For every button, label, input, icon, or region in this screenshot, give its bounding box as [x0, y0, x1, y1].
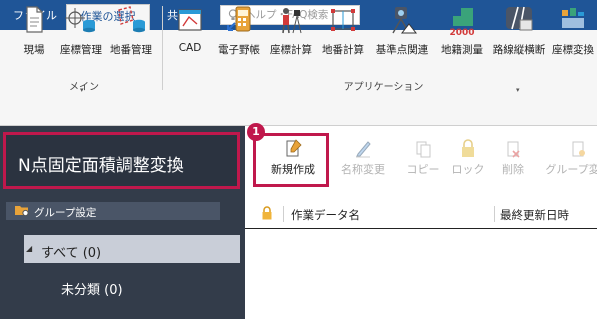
ribbon-cad-button[interactable]: CAD: [172, 4, 208, 62]
folder-gear-icon: [15, 206, 29, 217]
lock-icon: [462, 139, 474, 157]
ribbon-benchmark-label: 基準点関連: [375, 44, 429, 56]
ribbon-coord-calc-button[interactable]: 座標計算: [268, 4, 314, 62]
ribbon-group-main-label: メイン: [69, 82, 99, 93]
ribbon-field-book-label: 電子野帳: [218, 44, 260, 56]
ribbon-site-button[interactable]: 現場: [14, 4, 54, 62]
ribbon-field-book-button[interactable]: 電子野帳: [216, 4, 262, 62]
rename-pencil-icon: [356, 141, 371, 158]
ribbon-route-label: 路線縦横断: [492, 44, 546, 56]
delete-label: 削除: [502, 163, 524, 176]
column-header-data-name[interactable]: 作業データ名: [291, 207, 360, 223]
new-create-highlight-box: [253, 133, 329, 187]
group-settings-label: グループ設定: [34, 207, 97, 219]
page-title: N点固定面積調整変換: [18, 156, 184, 176]
benchmark-icon: [392, 7, 418, 34]
ribbon-cadastral-label: 地籍測量: [441, 44, 483, 56]
surveyor-icon: [282, 8, 302, 34]
rename-button[interactable]: 名称変更: [332, 138, 394, 188]
ribbon-coord-convert-button[interactable]: 座標変換: [550, 4, 596, 62]
chevron-down-icon: ▾: [80, 86, 84, 94]
svg-text:2000: 2000: [449, 28, 474, 36]
field-book-icon: [227, 6, 251, 32]
ribbon-coord-manage-button[interactable]: 座標管理: [58, 4, 104, 62]
ribbon-group-app-label: アプリケーション: [343, 82, 424, 93]
lot-database-icon: [118, 6, 145, 33]
ribbon-lot-manage-button[interactable]: 地番管理: [108, 4, 154, 62]
column-header-last-updated[interactable]: 最終更新日時: [500, 207, 569, 223]
ribbon-route-button[interactable]: 路線縦横断: [493, 4, 545, 62]
ribbon-coord-calc-label: 座標計算: [270, 44, 312, 56]
step-badge: 1: [247, 123, 265, 141]
column-divider[interactable]: [494, 206, 495, 222]
ribbon-benchmark-button[interactable]: 基準点関連: [374, 4, 430, 62]
ribbon-lot-calc-label: 地番計算: [322, 44, 364, 56]
route-profile-icon: [506, 6, 533, 31]
ribbon-coord-manage-label: 座標管理: [60, 44, 102, 56]
tree-item-uncategorized[interactable]: 未分類 (0): [61, 279, 123, 298]
ribbon-cadastral-button[interactable]: 2000 地籍測量: [436, 4, 488, 62]
ribbon-group-separator: [162, 6, 163, 90]
group-change-label: グループ変更: [545, 163, 597, 176]
ribbon-lot-manage-label: 地番管理: [110, 44, 152, 56]
tree-collapse-icon[interactable]: ◢: [26, 244, 32, 253]
delete-icon: [507, 141, 520, 158]
tree-item-all-label: すべて (0): [41, 246, 102, 261]
copy-icon: [416, 141, 431, 158]
chevron-down-icon: ▾: [516, 86, 520, 94]
lot-calc-icon: [331, 9, 355, 31]
rename-label: 名称変更: [341, 163, 385, 176]
document-icon: [26, 6, 43, 33]
cad-icon: [178, 9, 202, 31]
group-change-button[interactable]: グループ変更: [538, 138, 597, 188]
group-change-icon: [572, 141, 585, 157]
coordinate-database-icon: [65, 8, 95, 33]
cadastral-survey-icon: 2000: [449, 8, 475, 36]
ribbon-coord-convert-label: 座標変換: [552, 44, 594, 56]
ribbon-cad-label: CAD: [178, 42, 202, 54]
ribbon-site-label: 現場: [23, 44, 45, 56]
column-divider[interactable]: [283, 206, 284, 222]
coord-convert-icon: [562, 8, 584, 28]
lock-column-icon[interactable]: [261, 206, 273, 220]
ribbon-lot-calc-button[interactable]: 地番計算: [320, 4, 366, 62]
delete-button[interactable]: 削除: [482, 138, 544, 188]
